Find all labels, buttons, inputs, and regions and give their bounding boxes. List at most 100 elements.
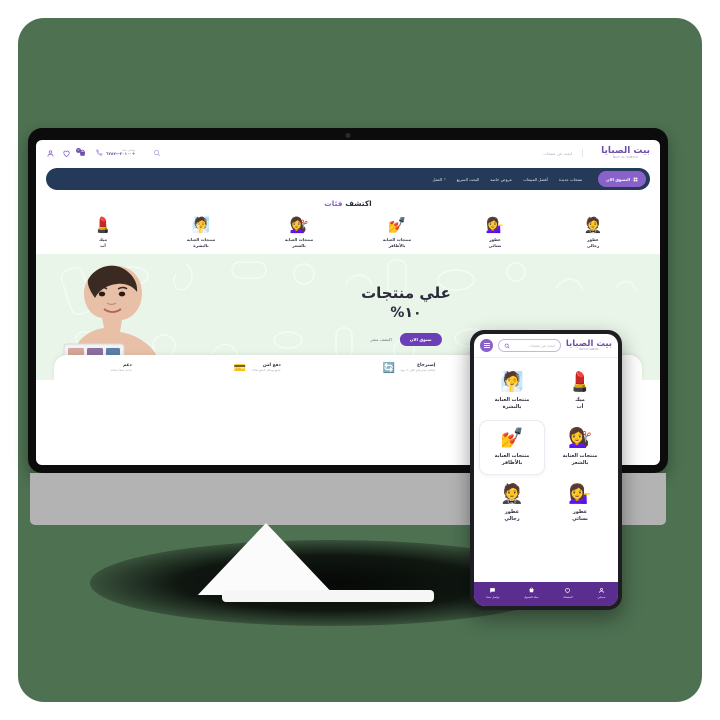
feature-sub: خدمة عملاء متاحة [110,367,132,372]
hero-text-block: علي منتجات ١٠% تسوق الان اكتشف متجر [361,284,451,346]
monitor-stand-neck [197,523,335,595]
nav-label: أفضل المبيعات [523,176,548,182]
phone-icon [95,149,103,156]
phone-nav-favorites[interactable]: المفضلة [563,587,573,599]
phone-nav-cart[interactable]: سلة التسوق [524,587,538,599]
phone-category-label: منتجات العناية بالبشرة [494,397,530,410]
phone-bottom-nav: حسابي المفضلة سلة التسوق تواصل معنا [474,582,618,606]
feature-returns: إسترجاع إمكانية إسترجاع خلال ١٤ يوم 🔄 [382,361,435,376]
hamburger-icon[interactable] [480,339,493,352]
site-logo[interactable]: بيت الصبايا BAIT AL SABAYA [595,145,650,160]
chevron-down-icon: ▾ [444,177,446,181]
return-icon: 🔄 [382,362,396,374]
categories-row: 🤵 عطور رجالي 💁‍♀️ عطور نسائي 💅 منتجات العن… [50,218,646,248]
topbar-icon-group: 0 [46,147,87,158]
phone-category-nail-care[interactable]: 💅 منتجات العناية بالأظافر [479,420,545,475]
phone-category-label: ميك أب [575,397,585,410]
hero-headline: علي منتجات [361,284,451,303]
feature-secure-payment: دفع امن جميع وسائل الدفع متاحة 💳 [233,361,281,376]
phone-category-grid: 💄 ميك أب 🧖 منتجات العناية بالبشرة 💇‍♀️ منت… [474,358,618,582]
makeup-icon: 💄 [93,216,113,234]
heading-plain: اكتشف [345,199,372,208]
search-icon [504,343,510,348]
phone-category-hair-care[interactable]: 💇‍♀️ منتجات العناية بالشعر [547,420,613,475]
phone-logo-subtext: BAIT AL SABAYA [579,348,599,352]
phone-category-makeup[interactable]: 💄 ميك أب [547,365,613,418]
phone-nav-account[interactable]: حسابي [597,587,606,599]
category-label: منتجات العناية بالبشرة [186,237,216,248]
webcam-icon [345,133,351,138]
hair-care-icon: 💇‍♀️ [568,427,592,449]
feature-support: دعم خدمة عملاء متاحة [110,363,131,372]
nav-item-new-products[interactable]: منتجات جديدة [559,177,582,182]
cart-count-badge: 0 [76,147,81,153]
category-label: عطور نسائي [488,237,502,248]
card-icon: 💳 [233,362,247,374]
phone-category-label: منتجات العناية بالأظافر [494,453,530,466]
phone-category-label: عطور نسائي [572,509,588,522]
phone-header: بيت الصبايا BAIT AL SABAYA ابحث عن منتجا… [474,334,618,358]
search-bar[interactable]: ابحث عن منتجات [143,149,584,157]
hero-discover-link[interactable]: اكتشف متجر [370,337,391,342]
hero-shop-button[interactable]: تسوق الان [399,332,442,346]
user-icon [599,587,604,593]
nav-label: عروض خاصة [490,176,513,182]
categories-heading: اكتشف فئات [50,199,646,208]
nav-label: منتجات جديدة [558,176,583,182]
hero-discount: ١٠% [390,304,422,321]
skin-care-icon: 🧖 [500,371,524,393]
phone-search-input[interactable]: ابحث عن منتجات [498,339,561,352]
phone-nav-label: تواصل معنا [486,595,500,599]
category-label: منتجات العناية بالأظافر [382,237,412,248]
phone-nav-contact[interactable]: تواصل معنا [486,587,499,599]
mens-perfume-icon: 🤵 [500,483,524,505]
contact-phone[interactable]: تواصل معنا +٢٠١٠٠—٦٢٨٧ [95,148,135,157]
shop-now-label: التسوق الان [606,176,630,182]
phone-category-label: منتجات العناية بالشعر [562,453,598,466]
nav-item-work[interactable]: ▾ العمل [432,177,445,182]
feature-sub: جميع وسائل الدفع متاحة [251,367,281,372]
phone-nav-label: المفضلة [563,595,573,599]
phone-screen: بيت الصبايا BAIT AL SABAYA ابحث عن منتجا… [474,334,618,606]
phone-mockup: بيت الصبايا BAIT AL SABAYA ابحث عن منتجا… [470,330,622,610]
logo-subtext: BAIT AL SABAYA [613,155,639,159]
chat-icon [490,588,496,593]
categories-section: اكتشف فئات 🤵 عطور رجالي 💁‍♀️ عطور نسائي 💅 … [36,190,660,254]
category-label: ميك أب [98,237,108,248]
nav-item-special-offers[interactable]: عروض خاصة [490,177,512,182]
user-icon[interactable] [46,149,55,158]
nav-item-best-sellers[interactable]: أفضل المبيعات [523,177,548,182]
phone-category-skin-care[interactable]: 🧖 منتجات العناية بالبشرة [479,365,545,418]
womens-perfume-icon: 💁‍♀️ [568,483,592,505]
phone-site-logo[interactable]: بيت الصبايا BAIT AL SABAYA [566,340,612,352]
grid-icon [633,177,638,181]
nav-link-list: منتجات جديدة أفضل المبيعات عروض خاصة الب… [50,177,588,182]
logo-text: بيت الصبايا [601,145,650,156]
heading-accent: فئات [324,199,343,208]
shop-now-button[interactable]: التسوق الان [598,171,646,187]
category-item-womens-perfume[interactable]: 💁‍♀️ عطور نسائي [468,218,522,248]
category-item-hair-care[interactable]: 💇‍♀️ منتجات العناية بالشعر [272,218,326,248]
main-navigation: التسوق الان منتجات جديدة أفضل المبيعات ع… [46,168,650,190]
phone-category-mens-perfume[interactable]: 🤵 عطور رجالي [479,477,545,530]
category-item-makeup[interactable]: 💄 ميك أب [76,218,130,248]
hero-actions: تسوق الان اكتشف متجر [361,332,451,346]
category-item-nail-care[interactable]: 💅 منتجات العناية بالأظافر [370,218,424,248]
hair-care-icon: 💇‍♀️ [289,216,309,234]
nav-label: العمل [432,176,443,182]
phone-nav-label: حسابي [597,595,606,599]
search-icon[interactable] [153,149,161,157]
phone-nav-label: سلة التسوق [524,595,539,599]
category-item-mens-perfume[interactable]: 🤵 عطور رجالي [566,218,620,248]
cart-icon [529,587,534,593]
cart-icon[interactable]: 0 [76,147,87,158]
phone-category-womens-perfume[interactable]: 💁‍♀️ عطور نسائي [547,477,613,530]
category-item-skin-care[interactable]: 🧖 منتجات العناية بالبشرة [174,218,228,248]
womens-perfume-icon: 💁‍♀️ [485,216,505,234]
heart-icon[interactable] [62,149,71,158]
nail-care-icon: 💅 [500,427,524,449]
nav-item-quick-search[interactable]: البحث السريع [457,177,480,182]
nav-label: البحث السريع [456,176,480,182]
monitor-stand-base [222,590,434,602]
search-input[interactable]: ابحث عن منتجات [165,151,572,156]
